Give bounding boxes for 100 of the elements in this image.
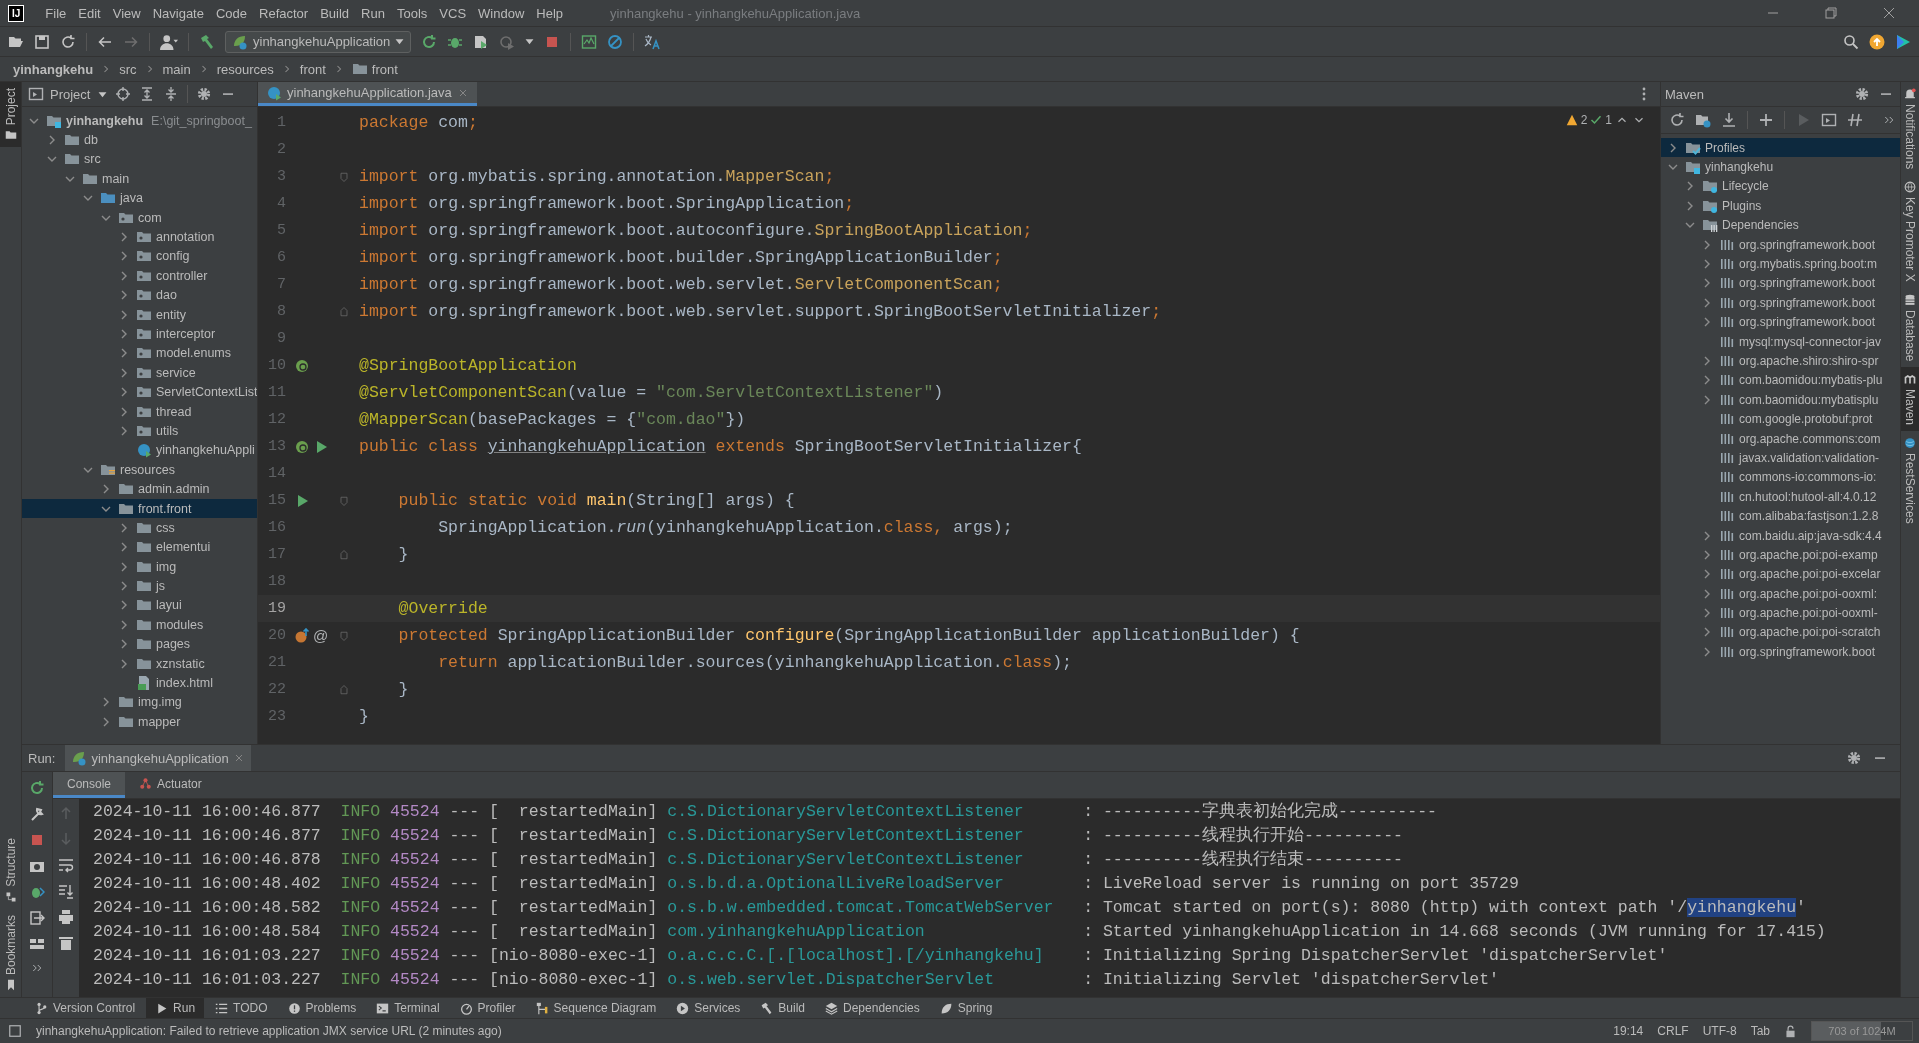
download-icon[interactable]	[1721, 112, 1737, 128]
fold-icon[interactable]	[337, 170, 350, 183]
breadcrumb-item[interactable]: resources	[213, 61, 277, 77]
tree-item[interactable]: controller	[22, 266, 257, 286]
warning-count[interactable]: 2	[1580, 113, 1588, 127]
tree-item[interactable]: ServletContextList	[22, 382, 257, 402]
tool-window-button[interactable]: Run	[146, 998, 205, 1018]
tree-item[interactable]: index.html	[22, 673, 257, 693]
line-separator[interactable]: CRLF	[1657, 1024, 1689, 1038]
fold-icon[interactable]	[337, 548, 350, 561]
triangle-icon[interactable]	[1895, 33, 1911, 50]
tree-item[interactable]: org.apache.poi:poi-scratch	[1661, 622, 1900, 643]
tool-window-button[interactable]: TODO	[206, 998, 277, 1018]
tool-window-tab[interactable]: Database	[1901, 288, 1919, 368]
settings-icon[interactable]	[1854, 86, 1870, 102]
save-icon[interactable]	[34, 33, 50, 50]
profile-icon[interactable]	[499, 33, 516, 50]
tree-item[interactable]: db	[22, 130, 257, 150]
tree-item[interactable]: org.springframework.boot	[1661, 234, 1900, 255]
monitor-icon[interactable]	[581, 33, 598, 50]
menu-item[interactable]: Help	[531, 5, 569, 21]
menu-item[interactable]: Navigate	[147, 5, 209, 21]
tree-item[interactable]: dao	[22, 285, 257, 305]
bean-icon[interactable]	[294, 357, 310, 374]
status-message[interactable]: yinhangkehuApplication: Failed to retrieve application JMX service URL (2 minutes ago)	[36, 1024, 502, 1038]
tool-window-tab[interactable]: Maven	[1901, 367, 1919, 432]
tool-window-tab[interactable]: Notifications	[1901, 82, 1919, 176]
tree-item[interactable]: javax.validation:validation-	[1661, 448, 1900, 468]
exit-icon[interactable]	[29, 910, 45, 926]
tool-window-button[interactable]: Dependencies	[816, 998, 929, 1018]
tree-item[interactable]: Plugins	[1661, 196, 1900, 216]
tree-item[interactable]: mysql:mysql-connector-jav	[1661, 331, 1900, 352]
fold-icon[interactable]	[337, 683, 350, 696]
sync-icon[interactable]	[60, 33, 76, 50]
layout-icon[interactable]	[29, 936, 45, 952]
tree-item[interactable]: Dependencies	[1661, 215, 1900, 235]
tree-item[interactable]: org.springframework.boot	[1661, 642, 1900, 662]
window-icon[interactable]	[1821, 112, 1837, 128]
caret-icon[interactable]	[98, 89, 108, 99]
menu-item[interactable]: Build	[315, 5, 355, 21]
breadcrumb-item[interactable]: yinhangkehu	[10, 61, 97, 77]
square-icon[interactable]	[8, 1024, 22, 1038]
tool-window-tab[interactable]: RestServices	[1901, 431, 1919, 531]
lock-icon[interactable]	[1784, 1024, 1797, 1038]
tool-window-button[interactable]: Services	[667, 998, 750, 1018]
folder-icon[interactable]	[1695, 112, 1711, 128]
fold-icon[interactable]	[337, 494, 350, 507]
user-icon[interactable]	[160, 32, 178, 51]
tree-item[interactable]: model.enums	[22, 343, 257, 364]
tool-window-button[interactable]: Profiler	[450, 998, 525, 1018]
tree-item[interactable]: org.springframework.boot	[1661, 312, 1900, 332]
tree-item[interactable]: yinhangkehuAppli	[22, 440, 257, 461]
print-icon[interactable]	[58, 909, 74, 925]
tree-item[interactable]: com.baidu.aip:java-sdk:4.4	[1661, 525, 1900, 546]
tree-item[interactable]: org.apache.shiro:shiro-spr	[1661, 351, 1900, 371]
tree-item[interactable]: src	[22, 149, 257, 170]
tree-item[interactable]: config	[22, 246, 257, 267]
toggle-icon[interactable]	[1847, 112, 1863, 128]
tree-item[interactable]: elementui	[22, 537, 257, 557]
restore-icon[interactable]	[1823, 5, 1839, 21]
tree-item[interactable]: xznstatic	[22, 653, 257, 674]
menu-item[interactable]: View	[107, 5, 146, 21]
tree-item[interactable]: org.apache.poi:poi-excelar	[1661, 564, 1900, 584]
menu-item[interactable]: Window	[473, 5, 530, 21]
tree-item[interactable]: yinhangkehu E:\git_springboot_	[22, 111, 257, 131]
hammer-icon[interactable]	[199, 33, 215, 50]
tree-item[interactable]: layui	[22, 595, 257, 616]
tree-item[interactable]: pages	[22, 634, 257, 654]
tool-window-tab[interactable]: Bookmarks	[0, 908, 21, 997]
menu-item[interactable]: Tools	[391, 5, 433, 21]
more-icon[interactable]	[31, 962, 43, 974]
tool-window-tab[interactable]: Structure	[0, 832, 21, 909]
tree-item[interactable]: mapper	[22, 712, 257, 732]
tree-item[interactable]: service	[22, 363, 257, 383]
rerun-icon[interactable]	[421, 33, 438, 50]
tree-item[interactable]: com.baomidou:mybatis-plu	[1661, 370, 1900, 391]
tree-item[interactable]: js	[22, 576, 257, 596]
tree-item[interactable]: com.alibaba:fastjson:1.2.8	[1661, 506, 1900, 526]
fold-icon[interactable]	[337, 305, 350, 318]
rerun-icon[interactable]	[29, 780, 45, 796]
tree-item[interactable]: resources	[22, 460, 257, 480]
tree-item[interactable]: org.apache.poi:poi-ooxml-	[1661, 603, 1900, 623]
trash-icon[interactable]	[58, 935, 74, 951]
breadcrumb-item[interactable]: front	[348, 61, 401, 77]
file-encoding[interactable]: UTF-8	[1702, 1024, 1737, 1038]
menu-item[interactable]: File	[40, 5, 72, 21]
tool-window-button[interactable]: Problems	[278, 998, 366, 1018]
tree-item[interactable]: com.baomidou:mybatisplu	[1661, 390, 1900, 410]
no-sign-icon[interactable]	[607, 33, 624, 50]
menu-item[interactable]: Edit	[73, 5, 106, 21]
tree-item[interactable]: Lifecycle	[1661, 176, 1900, 197]
tree-item[interactable]: Profiles	[1661, 138, 1900, 158]
console-tab[interactable]: Console	[53, 772, 126, 798]
tree-item[interactable]: commons-io:commons-io:	[1661, 467, 1900, 488]
menu-item[interactable]: VCS	[434, 5, 472, 21]
scroll-end-icon[interactable]	[58, 883, 74, 899]
tree-item[interactable]: org.springframework.boot	[1661, 273, 1900, 294]
caret-icon[interactable]	[525, 37, 535, 46]
tree-item[interactable]: img.img	[22, 692, 257, 713]
tree-item[interactable]: thread	[22, 401, 257, 422]
